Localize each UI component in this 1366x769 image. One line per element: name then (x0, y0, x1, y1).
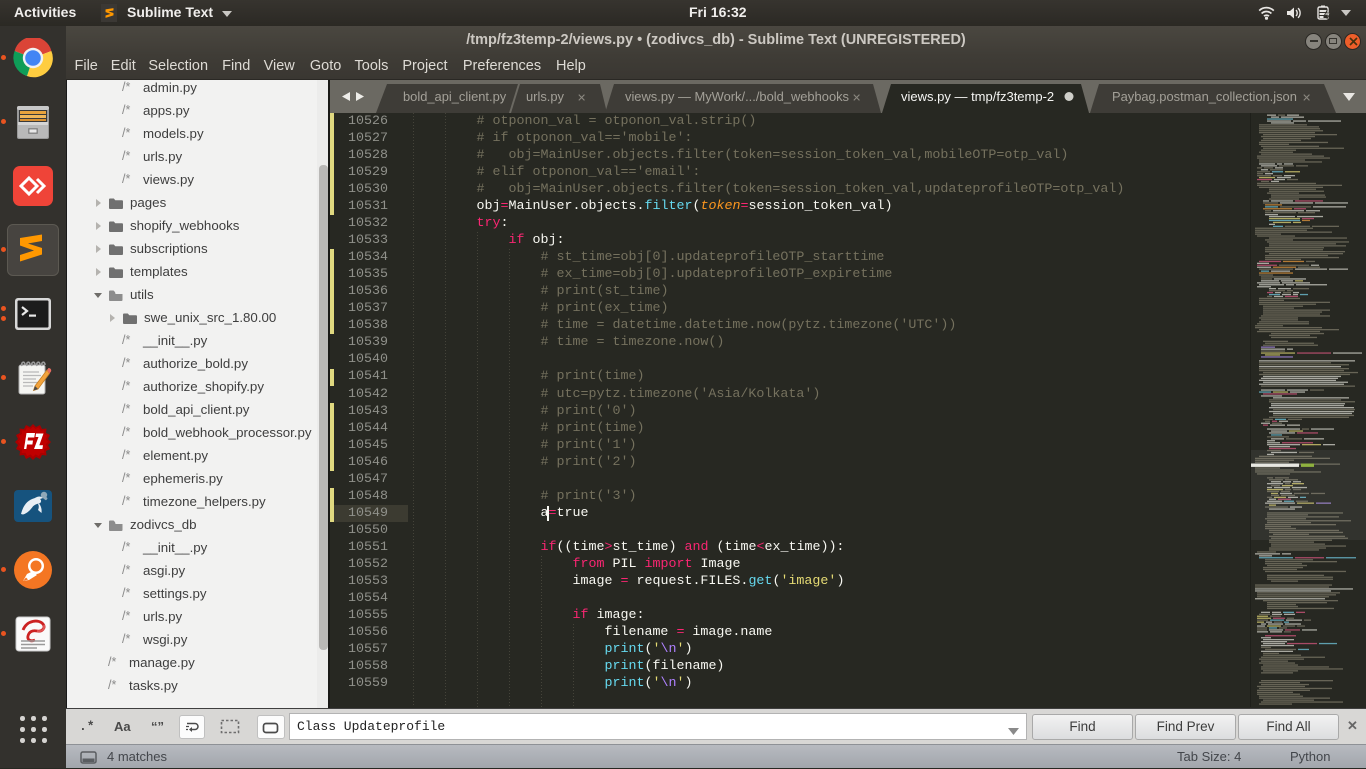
svg-text:views.py — tmp/fz3temp-2: views.py — tmp/fz3temp-2 (901, 89, 1054, 104)
svg-text:✕: ✕ (852, 93, 861, 105)
svg-text:bold_api_client.py: bold_api_client.py (403, 89, 507, 104)
svg-text:✕: ✕ (577, 93, 586, 105)
svg-text:urls.py: urls.py (526, 89, 565, 104)
svg-text:views.py — MyWork/.../bold_web: views.py — MyWork/.../bold_webhooks (625, 89, 849, 104)
